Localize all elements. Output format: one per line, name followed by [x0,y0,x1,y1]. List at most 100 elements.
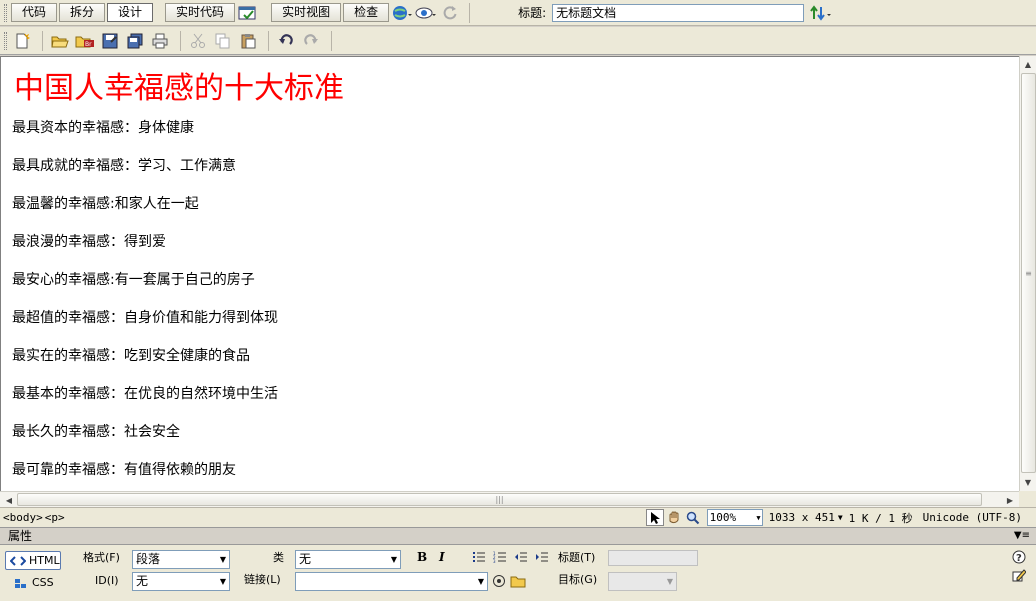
chevron-down-icon: ▼ [219,555,226,564]
cut-icon[interactable] [187,31,209,51]
save-all-icon[interactable] [124,31,146,51]
browser-preview-icon[interactable] [391,3,413,23]
paste-icon[interactable] [237,31,259,51]
save-icon[interactable] [99,31,121,51]
class-label: 类 [273,551,284,564]
code-check-icon[interactable] [237,3,259,23]
hand-tool-icon[interactable] [665,509,683,526]
browse-folder-icon[interactable] [508,572,528,590]
file-management-icon[interactable] [810,3,832,23]
class-select[interactable]: 无 ▼ [295,550,401,569]
window-size[interactable]: 1033 x 451 [769,511,835,524]
document-line-8[interactable]: 最基本的幸福感：在优良的自然环境中生活 [12,384,1019,422]
document-line-4[interactable]: 最浪漫的幸福感：得到爱 [12,232,1019,270]
zoom-select[interactable]: 100% ▼ [706,509,763,526]
scroll-left-icon[interactable]: ◀ [1,492,17,508]
window-size-chevron-icon[interactable]: ▼ [838,513,843,522]
standard-toolbar: Br [0,27,1036,55]
design-view[interactable]: 中国人幸福感的十大标准 最具资本的幸福感：身体健康 最具成就的幸福感：学习、工作… [0,56,1019,491]
zoom-tool-icon[interactable] [684,509,702,526]
quick-tag-editor-icon[interactable] [1010,567,1028,583]
document-title-input[interactable] [552,3,805,22]
vertical-scrollbar[interactable]: ▲ ≡ ▼ [1019,56,1036,491]
visual-aids-icon[interactable] [415,3,437,23]
split-view-button[interactable]: 拆分 [59,3,106,22]
inspect-button[interactable]: 检查 [343,3,390,22]
scroll-up-icon[interactable]: ▲ [1020,56,1036,72]
document-line-3[interactable]: 最温馨的幸福感:和家人在一起 [12,194,1019,232]
target-select[interactable]: ▼ [608,572,677,591]
document-line-1[interactable]: 最具资本的幸福感：身体健康 [12,118,1019,156]
italic-button[interactable]: I [439,550,445,564]
outdent-icon[interactable] [512,549,530,565]
format-label: 格式(F) [83,551,120,564]
target-label: 目标(G) [558,573,598,586]
tag-body[interactable]: <body> [3,511,43,524]
document-line-10[interactable]: 最可靠的幸福感：有值得依赖的朋友 [12,460,1019,491]
unordered-list-icon[interactable] [470,549,488,565]
svg-text:Br: Br [85,41,92,48]
document-line-9[interactable]: 最长久的幸福感：社会安全 [12,422,1019,460]
svg-text:3: 3 [493,559,496,563]
css-icon [15,578,26,588]
scroll-down-icon[interactable]: ▼ [1020,474,1036,490]
tag-p[interactable]: <p> [45,511,65,524]
copy-icon[interactable] [212,31,234,51]
toolbar-grip-2[interactable] [4,31,7,50]
encoding: Unicode (UTF-8) [922,511,1022,524]
document-line-2[interactable]: 最具成就的幸福感：学习、工作满意 [12,156,1019,194]
document-line-7[interactable]: 最实在的幸福感：吃到安全健康的食品 [12,346,1019,384]
svg-text:?: ? [1016,553,1022,564]
html-code-icon [10,555,26,566]
live-view-button[interactable]: 实时视图 [271,3,342,22]
panel-menu-icon[interactable]: ▼≡ [1014,528,1030,544]
document-toolbar: 代码 拆分 设计 实时代码 实时视图 检查 标题: [0,0,1036,26]
scroll-right-icon[interactable]: ▶ [1002,492,1018,508]
properties-title: 属性 [8,529,33,543]
undo-icon[interactable] [275,31,297,51]
title-label: 标题: [518,6,547,20]
design-view-button[interactable]: 设计 [107,3,154,22]
tag-selector: <body> <p> [0,511,646,524]
format-select[interactable]: 段落 ▼ [132,550,230,569]
new-document-icon[interactable] [11,31,33,51]
title-attr-input[interactable] [608,550,698,566]
ordered-list-icon[interactable]: 123 [491,549,509,565]
id-select[interactable]: 无 ▼ [132,572,230,591]
document-heading[interactable]: 中国人幸福感的十大标准 [14,69,1019,109]
title-attr-label: 标题(T) [558,551,596,564]
status-bar: <body> <p> 100% ▼ 1033 x 451 ▼ 1 K / 1 秒 U… [0,507,1036,527]
refresh-icon[interactable] [439,3,461,23]
document-line-6[interactable]: 最超值的幸福感：自身价值和能力得到体现 [12,308,1019,346]
print-icon[interactable] [149,31,171,51]
link-input[interactable]: ▼ [295,572,488,591]
browse-bridge-icon[interactable]: Br [74,31,96,51]
css-mode-button[interactable]: CSS [14,573,54,592]
scrollbar-corner [1019,491,1036,507]
help-icon[interactable]: ? [1010,549,1028,565]
properties-panel: HTML CSS 格式(F) 段落 ▼ ID(I) 无 ▼ 类 无 ▼ 链接(L) ▼… [0,545,1036,601]
toolbar-grip[interactable] [4,3,7,22]
bold-button[interactable]: B [417,550,427,564]
code-view-button[interactable]: 代码 [11,3,58,22]
vertical-scroll-thumb[interactable]: ≡ [1021,73,1036,473]
chevron-down-icon: ▼ [666,577,673,586]
html-mode-button[interactable]: HTML [5,551,61,570]
redo-icon[interactable] [300,31,322,51]
properties-panel-header[interactable]: 属性 ▼≡ [0,527,1036,545]
indent-icon[interactable] [533,549,551,565]
link-label: 链接(L) [244,573,281,586]
select-tool-icon[interactable] [645,509,664,526]
point-to-file-icon[interactable] [490,572,508,590]
document-line-5[interactable]: 最安心的幸福感:有一套属于自己的房子 [12,270,1019,308]
horizontal-scrollbar[interactable]: ◀ ||| ▶ [0,491,1019,507]
chevron-down-icon: ▼ [756,514,761,522]
open-folder-icon[interactable] [49,31,71,51]
chevron-down-icon: ▼ [390,555,397,564]
live-code-button[interactable]: 实时代码 [165,3,236,22]
download-size: 1 K / 1 秒 [848,511,913,525]
horizontal-scroll-thumb[interactable]: ||| [17,493,982,506]
id-label: ID(I) [95,574,119,587]
chevron-down-icon: ▼ [477,577,484,586]
chevron-down-icon: ▼ [219,577,226,586]
